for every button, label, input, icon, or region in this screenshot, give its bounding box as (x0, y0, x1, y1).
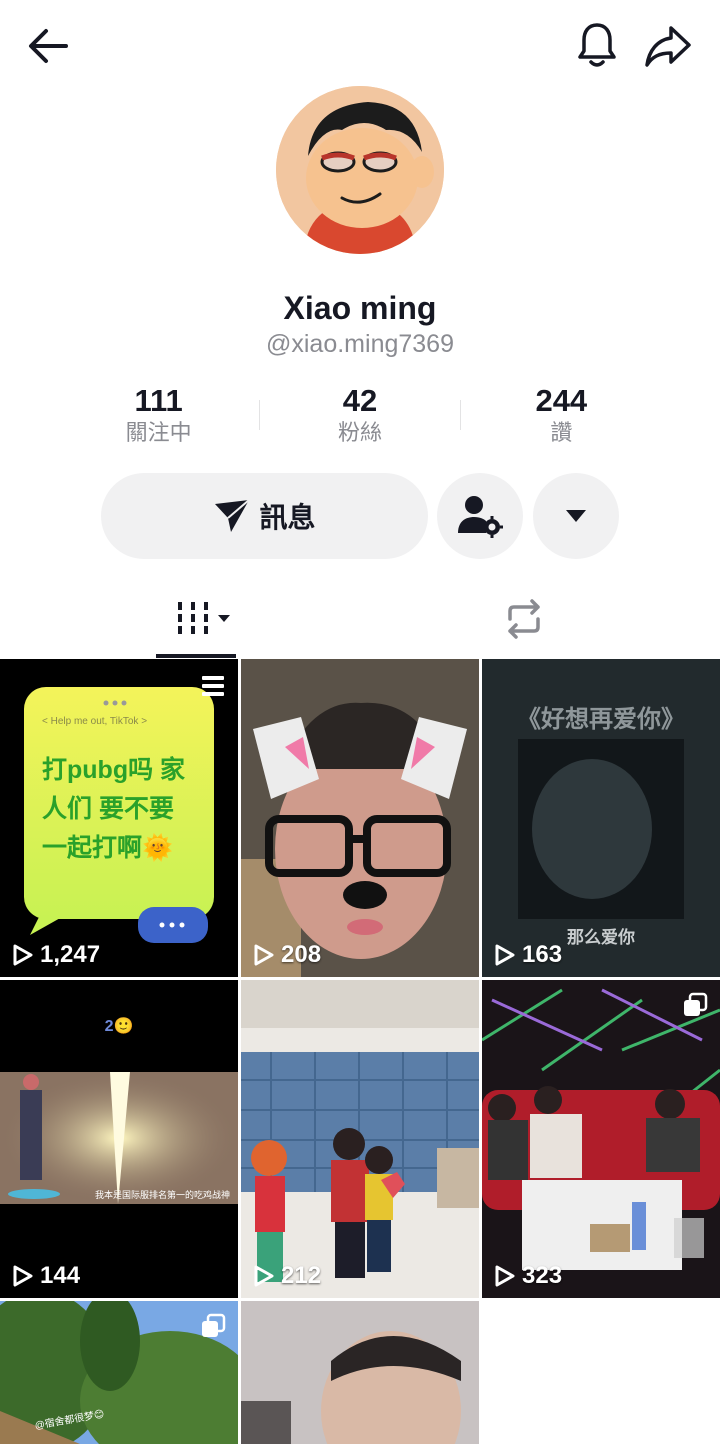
video-tile[interactable]: 323 (482, 980, 720, 1298)
play-icon (495, 944, 515, 966)
avatar[interactable] (276, 86, 444, 254)
active-tab-indicator (156, 654, 236, 658)
message-button[interactable]: 訊息 (101, 473, 428, 559)
photo-carousel-icon (682, 992, 708, 1023)
video-thumbnail (241, 1301, 479, 1444)
video-caption-small: < Help me out, TikTok > (42, 716, 148, 727)
video-caption: 打pubg吗 家人们 要不要 一起打啊🌞 (42, 756, 186, 862)
view-count-value: 144 (40, 1262, 81, 1289)
notification-button[interactable] (570, 18, 624, 72)
stat-divider (460, 400, 461, 430)
stat-followers[interactable]: 42 粉絲 (259, 382, 460, 452)
video-grid: < Help me out, TikTok > 打pubg吗 家人们 要不要 一… (0, 659, 720, 1444)
view-count: 212 (253, 1262, 321, 1290)
grid-icon (178, 602, 230, 634)
view-count-value: 323 (522, 1262, 563, 1289)
stat-value: 42 (342, 383, 378, 418)
photo-carousel-icon (200, 1313, 226, 1344)
play-icon (254, 944, 274, 966)
play-icon (13, 944, 33, 966)
stat-value: 111 (134, 383, 183, 418)
video-tile[interactable]: 208 (241, 659, 479, 977)
video-top-text: 2🙂 (104, 1018, 134, 1035)
video-thumbnail (241, 659, 479, 977)
view-count-value: 212 (281, 1262, 322, 1289)
video-tile[interactable]: @宿舍都很梦😊 (0, 1301, 238, 1444)
send-icon (215, 499, 251, 532)
stat-divider (259, 400, 260, 430)
view-count-value: 163 (522, 941, 563, 968)
stat-label: 關注中 (125, 420, 192, 445)
stat-following[interactable]: 111 關注中 (58, 382, 259, 452)
play-icon (13, 1265, 33, 1287)
repost-icon (508, 599, 540, 639)
caret-down-icon (566, 510, 586, 522)
profile-handle: @xiao.ming7369 (266, 330, 454, 358)
top-bar (0, 0, 720, 90)
content-tabs (0, 590, 720, 658)
bell-icon (578, 23, 616, 67)
video-tile[interactable]: 2🙂 我本是国际服排名第一的吃鸡战神 144 (0, 980, 238, 1298)
view-count: 208 (253, 941, 321, 969)
video-tile[interactable]: < Help me out, TikTok > 打pubg吗 家人们 要不要 一… (0, 659, 238, 977)
video-title: 《好想再爱你》 (517, 706, 685, 733)
tab-videos[interactable] (170, 596, 236, 642)
view-count: 163 (494, 941, 562, 969)
message-button-label: 訊息 (259, 502, 316, 533)
back-button[interactable] (20, 20, 76, 72)
back-arrow-icon (29, 29, 68, 63)
avatar-image (276, 86, 444, 254)
share-button[interactable] (640, 20, 696, 72)
user-settings-icon (458, 496, 503, 538)
video-tile[interactable] (241, 1301, 479, 1444)
play-icon (254, 1265, 274, 1287)
multi-video-icon (200, 673, 226, 704)
follow-settings-button[interactable] (437, 473, 523, 559)
video-caption: 我本是国际服排名第一的吃鸡战神 (94, 1190, 230, 1200)
share-arrow-icon (645, 26, 691, 67)
more-dropdown-button[interactable] (533, 473, 619, 559)
view-count: 144 (12, 1262, 80, 1290)
video-tile[interactable]: 212 (241, 980, 479, 1298)
video-tile[interactable]: 《好想再爱你》 那么爱你 163 (482, 659, 720, 977)
video-thumbnail (482, 980, 720, 1298)
play-icon (495, 1265, 515, 1287)
view-count-value: 208 (281, 941, 322, 968)
stat-value: 244 (535, 383, 588, 418)
tab-reposts[interactable] (498, 596, 550, 642)
stat-likes[interactable]: 244 讚 (461, 382, 662, 452)
profile-name: Xiao ming (283, 290, 437, 326)
view-count-value: 1,247 (40, 941, 101, 968)
stat-label: 讚 (550, 420, 573, 445)
video-thumbnail (241, 980, 479, 1298)
stat-label: 粉絲 (337, 420, 382, 445)
stats-row: 111 關注中 42 粉絲 244 讚 (58, 382, 662, 452)
view-count: 323 (494, 1262, 562, 1290)
view-count: 1,247 (12, 941, 100, 969)
